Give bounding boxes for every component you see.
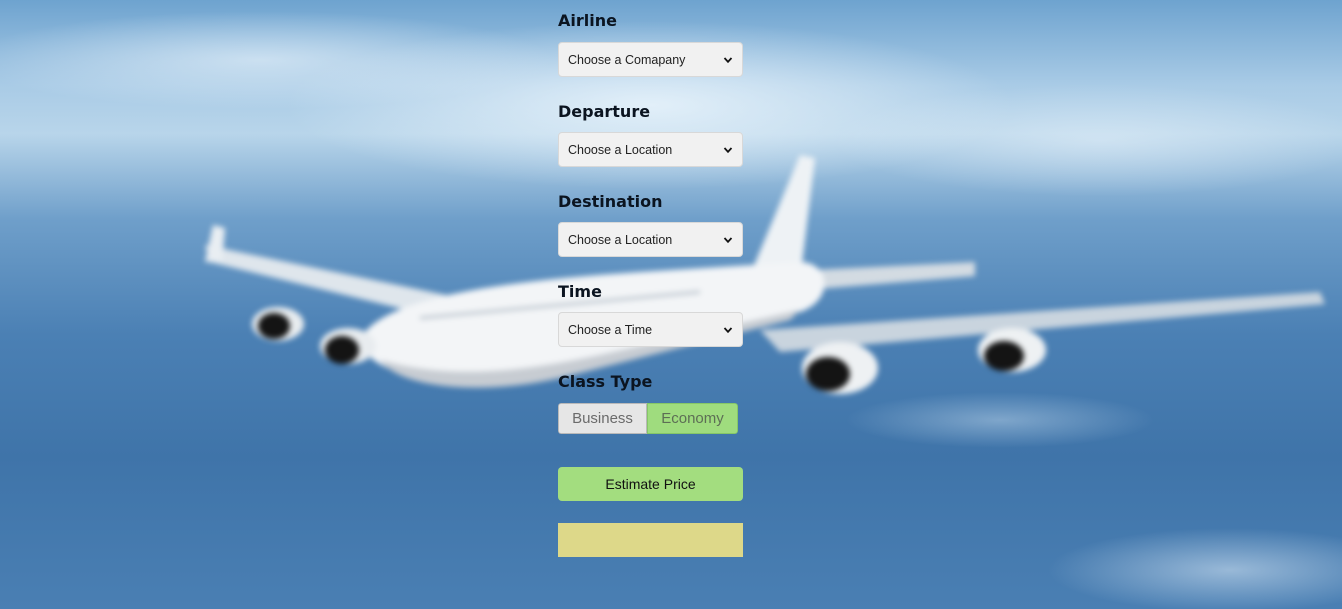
destination-select[interactable]: Choose a Location — [558, 222, 743, 257]
class-type-toggle: Business Economy — [558, 403, 738, 434]
destination-select-value: Choose a Location — [568, 232, 673, 247]
airplane-image — [205, 155, 1325, 394]
airline-select[interactable]: Choose a Comapany — [558, 42, 743, 77]
chevron-down-icon — [723, 146, 733, 153]
estimate-price-button[interactable]: Estimate Price — [558, 467, 743, 501]
departure-select[interactable]: Choose a Location — [558, 132, 743, 167]
chevron-down-icon — [723, 236, 733, 243]
departure-label: Departure — [558, 102, 651, 121]
airline-label: Airline — [558, 11, 617, 30]
time-select[interactable]: Choose a Time — [558, 312, 743, 347]
time-select-value: Choose a Time — [568, 322, 653, 337]
class-type-label: Class Type — [558, 372, 653, 391]
airline-select-value: Choose a Comapany — [568, 52, 686, 67]
chevron-down-icon — [723, 326, 733, 333]
chevron-down-icon — [723, 56, 733, 63]
class-business-button[interactable]: Business — [558, 403, 647, 434]
price-result-box — [558, 523, 743, 557]
destination-label: Destination — [558, 192, 663, 211]
class-economy-button[interactable]: Economy — [647, 403, 738, 434]
time-label: Time — [558, 282, 602, 301]
departure-select-value: Choose a Location — [568, 142, 673, 157]
